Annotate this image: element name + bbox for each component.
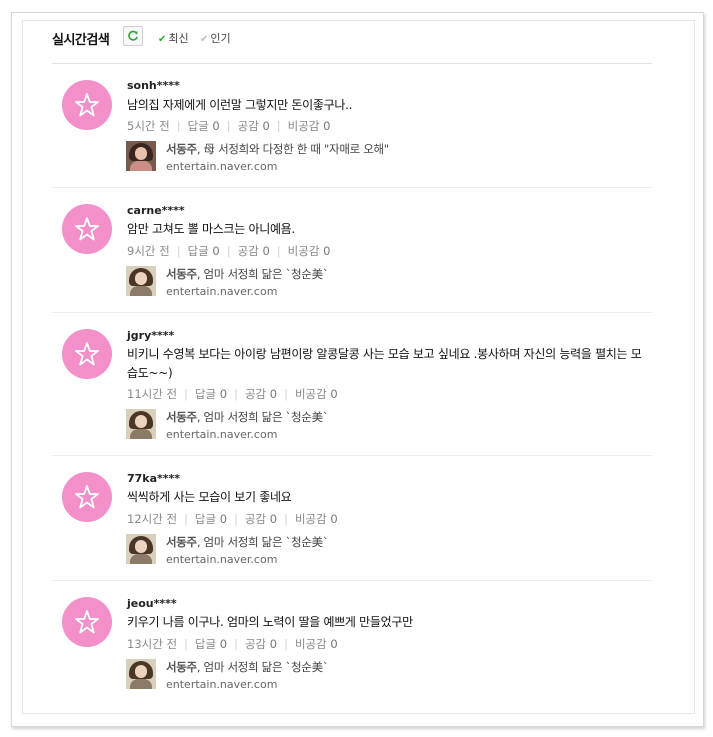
news-domain: entertain.naver.com — [166, 285, 278, 298]
comment-meta: 12시간 전 | 답글 0 | 공감 0 | 비공감 0 — [127, 512, 338, 526]
refresh-button[interactable] — [123, 26, 143, 46]
comment-text: 비키니 수영복 보다는 아이랑 남편이랑 알콩달콩 사는 모습 보고 싶네요 .… — [127, 347, 642, 380]
comment-item: jgry**** 비키니 수영복 보다는 아이랑 남편이랑 알콩달콩 사는 모습… — [52, 313, 652, 456]
page-title: 실시간검색 — [52, 33, 110, 48]
realtime-search-header: 실시간검색 ✔ 최신 ✔ 인기 — [52, 26, 652, 50]
news-title-link[interactable]: 서동주, 엄마 서정희 닮은 `청순美` — [166, 534, 329, 550]
news-thumbnail[interactable] — [126, 141, 156, 171]
comment-text: 씩씩하게 사는 모습이 보기 좋네요 — [127, 490, 292, 504]
comment-username[interactable]: jeou**** — [127, 597, 177, 610]
comment-time: 11시간 전 — [127, 387, 178, 401]
news-thumbnail[interactable] — [126, 534, 156, 564]
disagree-button[interactable]: 비공감 0 — [288, 244, 331, 258]
comment-item: 77ka**** 씩씩하게 사는 모습이 보기 좋네요 12시간 전 | 답글 0 |… — [52, 456, 652, 581]
comment-time: 13시간 전 — [127, 637, 178, 651]
news-domain: entertain.naver.com — [166, 678, 278, 691]
comment-time: 9시간 전 — [127, 244, 170, 258]
avatar[interactable] — [62, 472, 112, 522]
disagree-button[interactable]: 비공감 0 — [295, 637, 338, 651]
comment-username[interactable]: sonh**** — [127, 79, 180, 92]
disagree-button[interactable]: 비공감 0 — [288, 119, 331, 133]
tab-latest[interactable]: ✔ 최신 — [158, 30, 189, 46]
comment-username[interactable]: jgry**** — [127, 329, 174, 342]
comment-text: 키우기 나름 이구나. 엄마의 노력이 딸을 예쁘게 만들었구만 — [127, 615, 413, 629]
comment-username[interactable]: 77ka**** — [127, 472, 180, 485]
agree-button[interactable]: 공감 0 — [245, 387, 277, 401]
comment-time: 12시간 전 — [127, 512, 178, 526]
reply-button[interactable]: 답글 0 — [195, 637, 227, 651]
comment-meta: 13시간 전 | 답글 0 | 공감 0 | 비공감 0 — [127, 637, 338, 651]
agree-button[interactable]: 공감 0 — [245, 512, 277, 526]
reply-button[interactable]: 답글 0 — [188, 244, 220, 258]
comment-text: 남의집 자제에게 이런말 그렇지만 돈이좋구나.. — [127, 98, 353, 112]
comment-time: 5시간 전 — [127, 119, 170, 133]
news-title-link[interactable]: 서동주, 엄마 서정희 닮은 `청순美` — [166, 266, 329, 282]
news-domain: entertain.naver.com — [166, 428, 278, 441]
agree-button[interactable]: 공감 0 — [238, 244, 270, 258]
avatar[interactable] — [62, 204, 112, 254]
star-icon — [75, 485, 99, 509]
star-icon — [75, 610, 99, 634]
agree-button[interactable]: 공감 0 — [245, 637, 277, 651]
star-icon — [75, 93, 99, 117]
star-icon — [75, 217, 99, 241]
disagree-button[interactable]: 비공감 0 — [295, 387, 338, 401]
news-title-link[interactable]: 서동주, 母 서정희와 다정한 한 때 "자매로 오해" — [166, 141, 389, 157]
tab-label: 최신 — [168, 32, 189, 45]
avatar[interactable] — [62, 597, 112, 647]
avatar[interactable] — [62, 80, 112, 130]
refresh-icon — [128, 30, 138, 41]
tab-label: 인기 — [210, 32, 231, 45]
check-icon: ✔ — [200, 34, 209, 45]
comment-meta: 9시간 전 | 답글 0 | 공감 0 | 비공감 0 — [127, 244, 331, 258]
disagree-button[interactable]: 비공감 0 — [295, 512, 338, 526]
comment-item: jeou**** 키우기 나름 이구나. 엄마의 노력이 딸을 예쁘게 만들었구… — [52, 581, 652, 705]
star-icon — [75, 342, 99, 366]
reply-button[interactable]: 답글 0 — [188, 119, 220, 133]
tab-popular[interactable]: ✔ 인기 — [200, 30, 231, 46]
news-thumbnail[interactable] — [126, 266, 156, 296]
news-thumbnail[interactable] — [126, 659, 156, 689]
check-icon: ✔ — [158, 34, 167, 45]
news-title-link[interactable]: 서동주, 엄마 서정희 닮은 `청순美` — [166, 409, 329, 425]
reply-button[interactable]: 답글 0 — [195, 512, 227, 526]
news-title-link[interactable]: 서동주, 엄마 서정희 닮은 `청순美` — [166, 659, 329, 675]
agree-button[interactable]: 공감 0 — [238, 119, 270, 133]
comment-item: sonh**** 남의집 자제에게 이런말 그렇지만 돈이좋구나.. 5시간 전… — [52, 64, 652, 188]
comment-username[interactable]: carne**** — [127, 204, 185, 217]
reply-button[interactable]: 답글 0 — [195, 387, 227, 401]
news-domain: entertain.naver.com — [166, 160, 278, 173]
comment-text: 암만 고쳐도 뽈 마스크는 아니예욤. — [127, 222, 295, 236]
comment-meta: 5시간 전 | 답글 0 | 공감 0 | 비공감 0 — [127, 119, 331, 133]
news-thumbnail[interactable] — [126, 409, 156, 439]
avatar[interactable] — [62, 329, 112, 379]
comment-item: carne**** 암만 고쳐도 뽈 마스크는 아니예욤. 9시간 전 | 답글 0… — [52, 188, 652, 313]
comment-meta: 11시간 전 | 답글 0 | 공감 0 | 비공감 0 — [127, 387, 338, 401]
news-domain: entertain.naver.com — [166, 553, 278, 566]
